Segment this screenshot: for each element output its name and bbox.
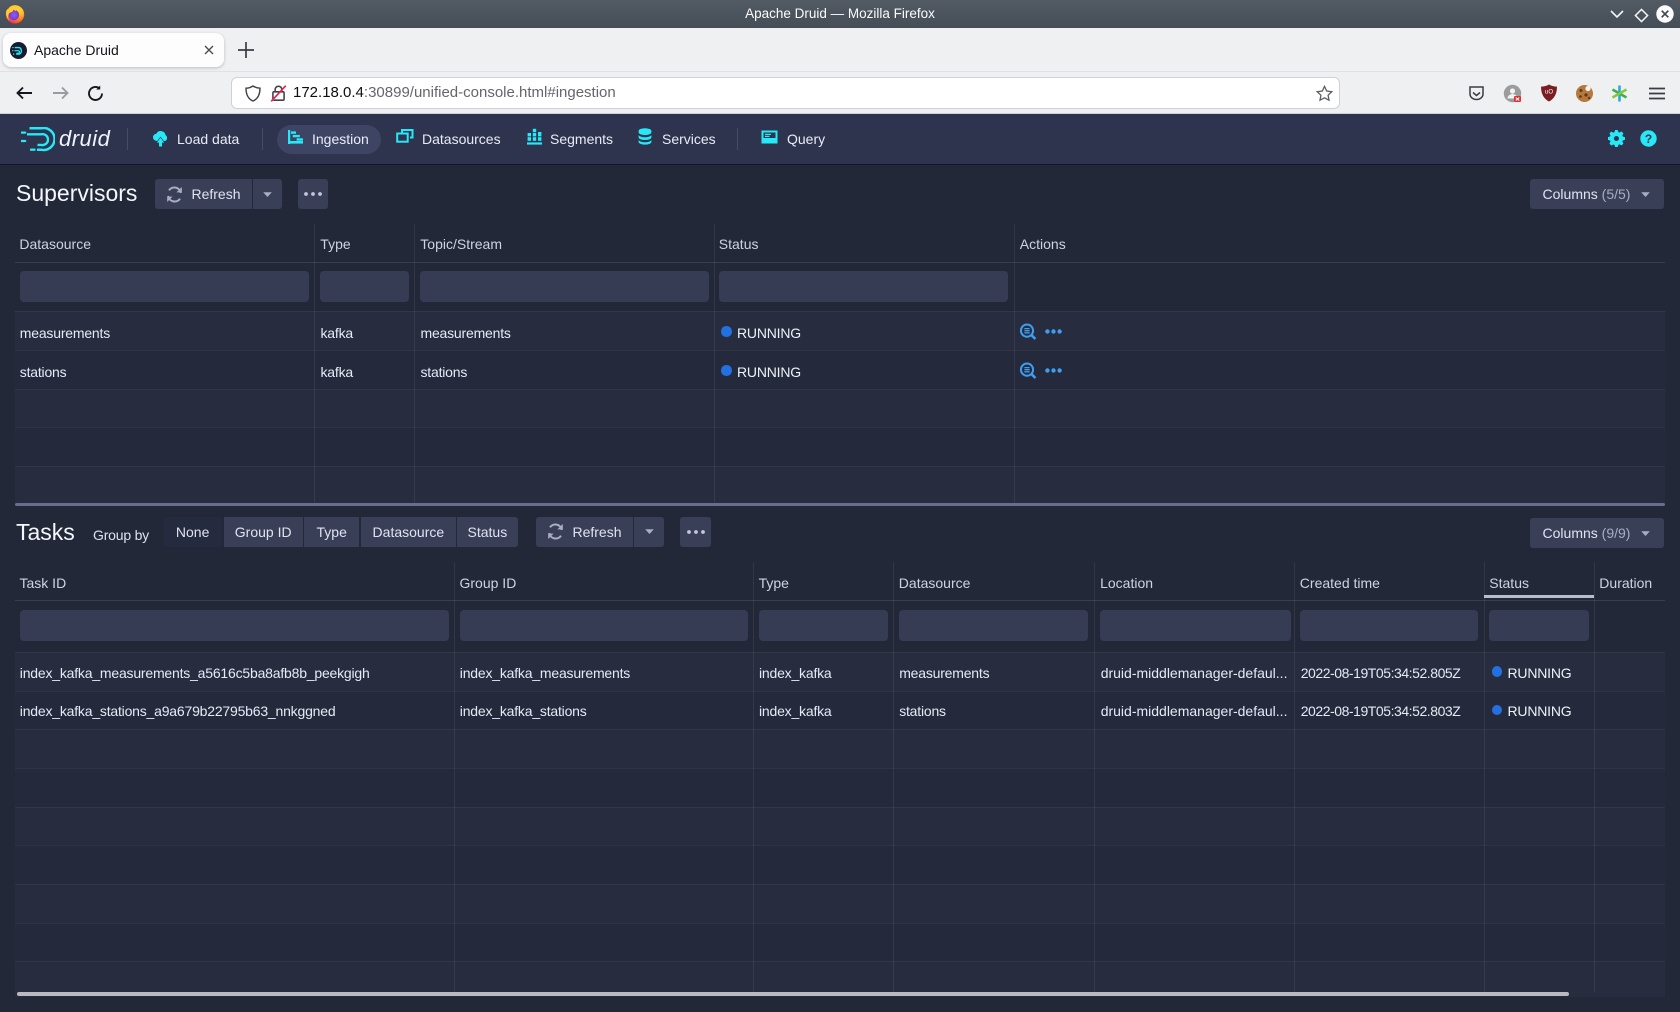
svg-text:uO: uO <box>1545 90 1553 96</box>
svg-text:?: ? <box>1645 132 1652 146</box>
